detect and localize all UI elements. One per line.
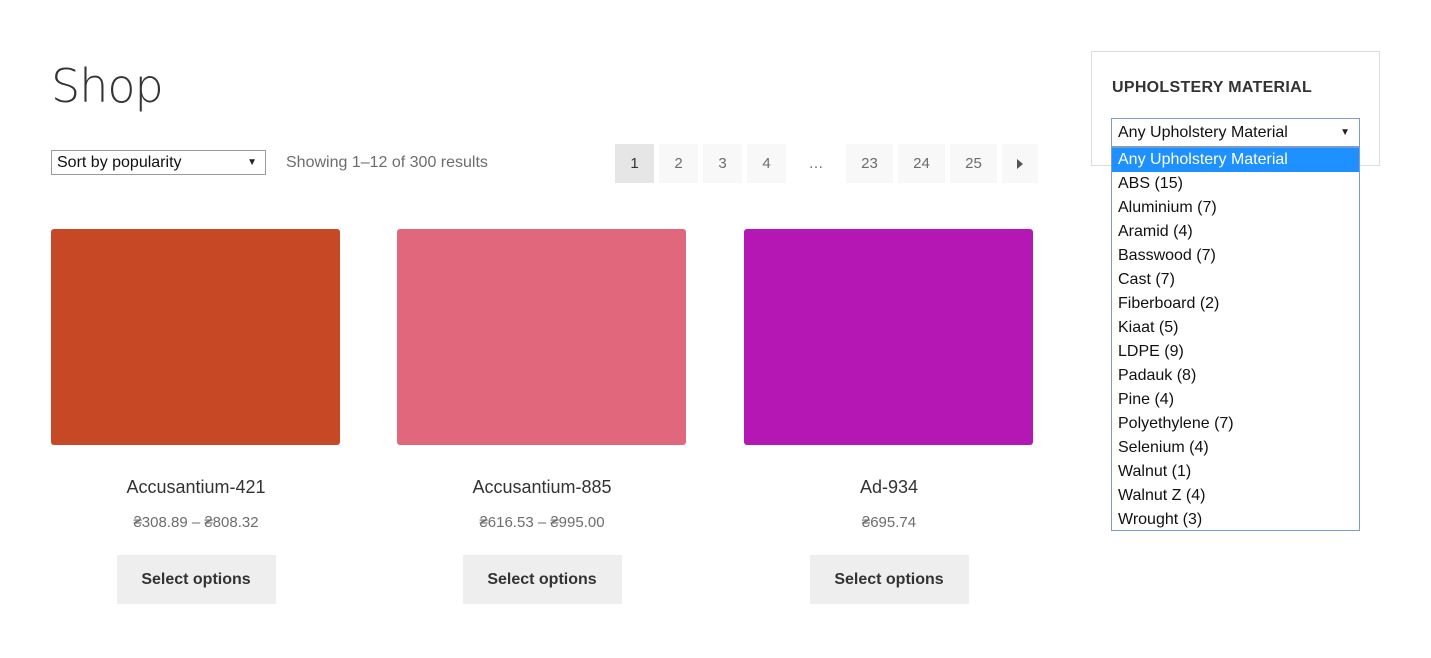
arrow-right-icon	[1017, 158, 1023, 169]
product-name[interactable]: Accusantium-885	[397, 475, 687, 499]
material-select[interactable]: Any Upholstery Material ▼	[1111, 118, 1360, 147]
select-options-button[interactable]: Select options	[116, 555, 276, 604]
pagination-ellipsis: …	[808, 155, 824, 172]
material-dropdown-list: Any Upholstery Material ABS (15) Alumini…	[1111, 147, 1360, 531]
material-option[interactable]: Basswood (7)	[1112, 244, 1359, 268]
material-option[interactable]: Padauk (8)	[1112, 364, 1359, 388]
select-options-button[interactable]: Select options	[462, 555, 622, 604]
result-count: Showing 1–12 of 300 results	[286, 154, 488, 171]
material-option[interactable]: LDPE (9)	[1112, 340, 1359, 364]
product-card: Accusantium-885 ₴616.53 – ₴995.00 Select…	[397, 229, 687, 604]
page-link-25[interactable]: 25	[950, 144, 997, 183]
page-link-23[interactable]: 23	[846, 144, 893, 183]
page-title: Shop	[51, 59, 164, 113]
page-link-24[interactable]: 24	[898, 144, 945, 183]
material-option[interactable]: Kiaat (5)	[1112, 316, 1359, 340]
product-name[interactable]: Accusantium-421	[51, 475, 341, 499]
product-price: ₴695.74	[861, 514, 917, 531]
material-option[interactable]: ABS (15)	[1112, 172, 1359, 196]
shop-page: Shop Sort by popularity ▼ Showing 1–12 o…	[0, 0, 1431, 658]
sort-select[interactable]: Sort by popularity ▼	[51, 150, 266, 175]
product-image[interactable]	[51, 229, 340, 445]
page-link-3[interactable]: 3	[703, 144, 742, 183]
product-image[interactable]	[744, 229, 1033, 445]
product-image[interactable]	[397, 229, 686, 445]
material-option[interactable]: Walnut Z (4)	[1112, 484, 1359, 508]
pagination: 1 2 3 4 … 23 24 25	[615, 144, 1038, 183]
material-option[interactable]: Pine (4)	[1112, 388, 1359, 412]
material-select-value: Any Upholstery Material	[1118, 124, 1288, 141]
material-option[interactable]: Selenium (4)	[1112, 436, 1359, 460]
filter-widget-title: UPHOLSTERY MATERIAL	[1112, 79, 1313, 96]
material-option[interactable]: Polyethylene (7)	[1112, 412, 1359, 436]
page-link-2[interactable]: 2	[659, 144, 698, 183]
product-card: Ad-934 ₴695.74 Select options	[744, 229, 1034, 604]
product-price: ₴308.89 – ₴808.32	[133, 514, 259, 531]
product-price: ₴616.53 – ₴995.00	[479, 514, 605, 531]
select-options-button[interactable]: Select options	[809, 555, 969, 604]
chevron-down-icon: ▼	[247, 157, 257, 168]
page-link-1[interactable]: 1	[615, 144, 654, 183]
page-link-4[interactable]: 4	[747, 144, 786, 183]
material-option[interactable]: Any Upholstery Material	[1112, 148, 1359, 172]
next-page-button[interactable]	[1002, 144, 1038, 183]
material-option[interactable]: Wrought (3)	[1112, 508, 1359, 530]
material-option[interactable]: Aramid (4)	[1112, 220, 1359, 244]
sort-select-value: Sort by popularity	[57, 154, 182, 171]
chevron-down-icon: ▼	[1340, 127, 1350, 138]
material-option[interactable]: Aluminium (7)	[1112, 196, 1359, 220]
material-option[interactable]: Fiberboard (2)	[1112, 292, 1359, 316]
product-card: Accusantium-421 ₴308.89 – ₴808.32 Select…	[51, 229, 341, 604]
material-option[interactable]: Walnut (1)	[1112, 460, 1359, 484]
material-option[interactable]: Cast (7)	[1112, 268, 1359, 292]
product-name[interactable]: Ad-934	[744, 475, 1034, 499]
